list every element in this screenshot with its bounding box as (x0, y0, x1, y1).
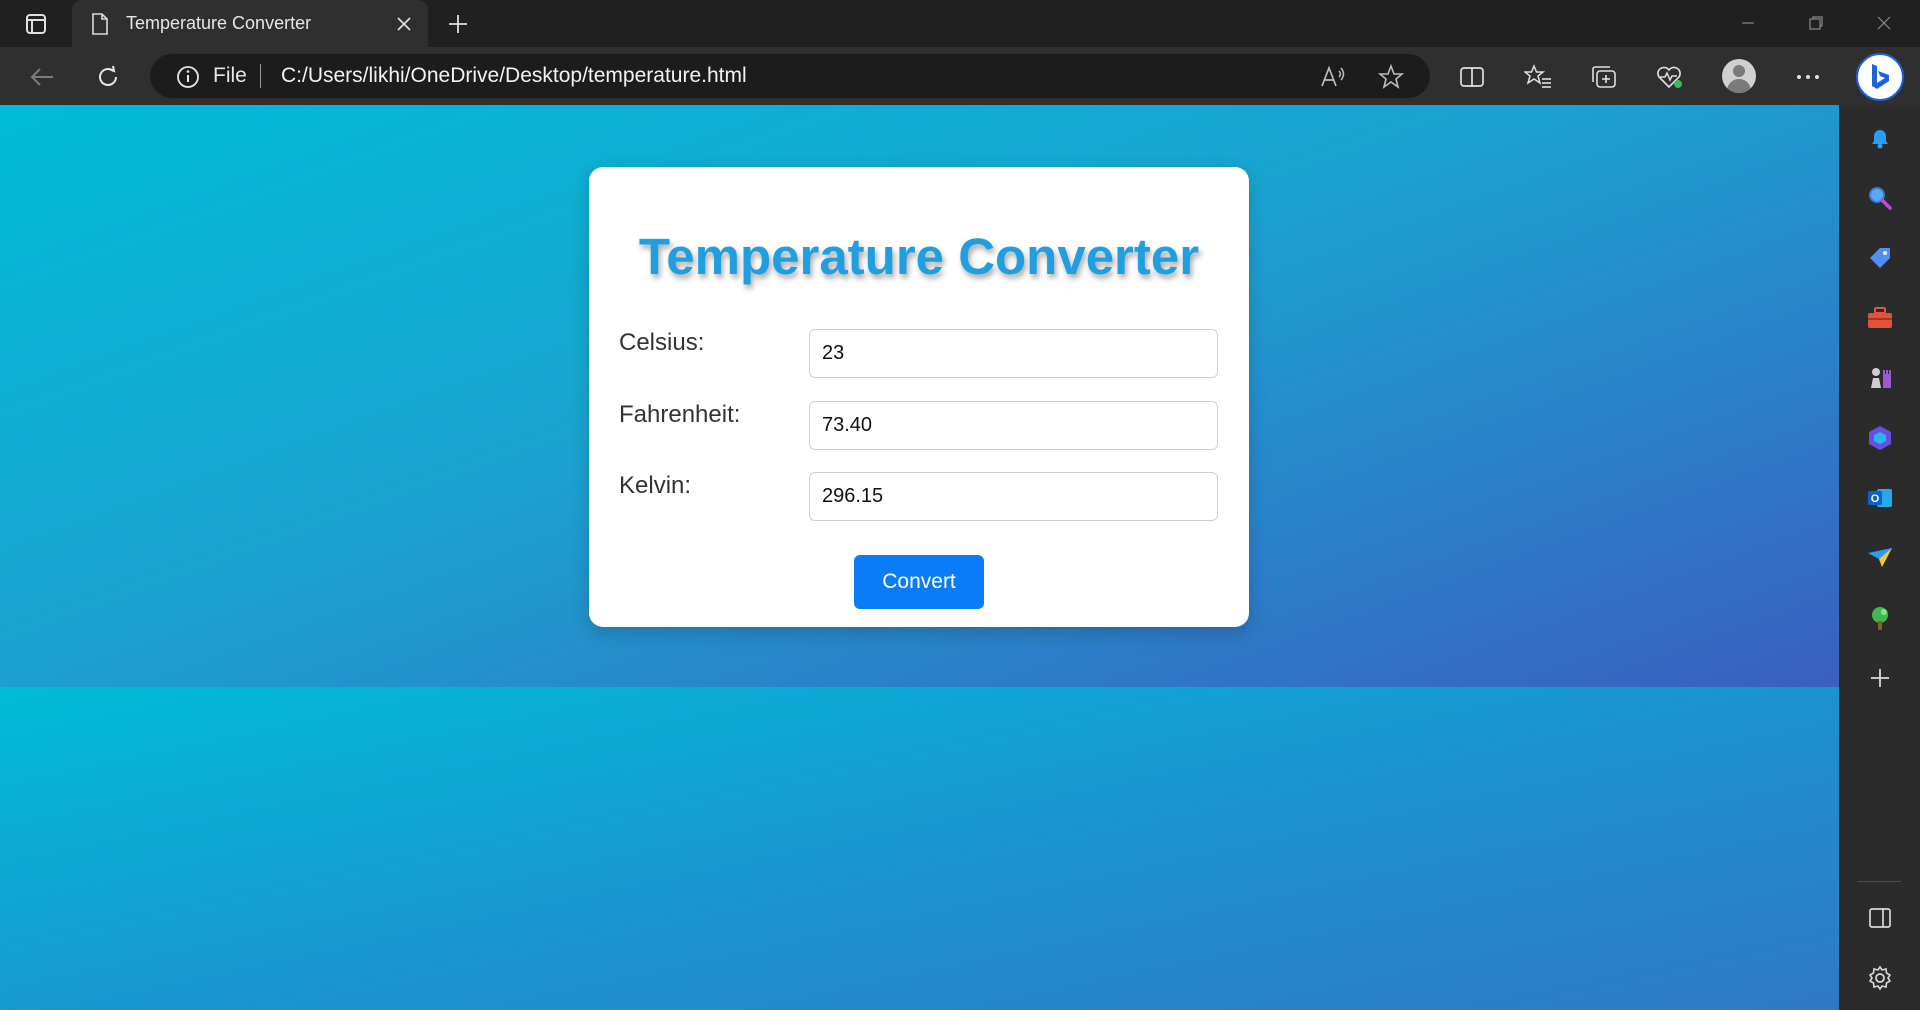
sidebar-item-copilot[interactable] (1863, 421, 1897, 455)
converter-card: Temperature Converter Celsius: Fahrenhei… (589, 167, 1249, 627)
close-window-icon (1877, 16, 1891, 30)
games-icon (1871, 368, 1891, 388)
add-icon (1871, 669, 1889, 687)
star-icon (1378, 64, 1404, 89)
tab-actions-icon (26, 13, 46, 34)
sidebar-item-outlook[interactable]: O (1863, 481, 1897, 515)
favorites-button[interactable] (1520, 59, 1556, 95)
collections-button[interactable] (1586, 59, 1622, 95)
split-screen-icon (1460, 67, 1484, 87)
address-bar[interactable]: File C:/Users/likhi/OneDrive/Desktop/tem… (150, 54, 1430, 98)
tree-icon (1872, 607, 1888, 630)
tab-title: Temperature Converter (126, 13, 312, 33)
sidebar-item-tools[interactable] (1863, 301, 1897, 335)
search-icon (1869, 187, 1892, 210)
split-screen-button[interactable] (1454, 59, 1490, 95)
toolbox-icon (1868, 307, 1892, 328)
read-aloud-button[interactable] (1320, 64, 1346, 90)
page-title: Temperature Converter (638, 228, 1200, 285)
restore-button[interactable] (1796, 8, 1836, 38)
sidebar-item-games[interactable] (1863, 361, 1897, 395)
document-icon (92, 13, 108, 35)
scheme-label: File (213, 64, 247, 87)
favorite-star-button[interactable] (1378, 64, 1404, 90)
tab-actions-button[interactable] (14, 8, 58, 39)
close-window-button[interactable] (1864, 8, 1904, 38)
edge-sidebar: O (1839, 105, 1920, 1010)
info-icon[interactable] (176, 65, 200, 89)
copilot-icon (1869, 426, 1891, 450)
heart-pulse-icon (1657, 66, 1682, 89)
read-aloud-icon (1321, 65, 1345, 87)
bing-icon (1872, 64, 1889, 89)
sidebar-settings-button[interactable] (1863, 961, 1897, 995)
tab-close-button[interactable] (392, 12, 416, 36)
svg-text:O: O (1871, 493, 1880, 505)
active-tab[interactable]: Temperature Converter (72, 0, 428, 47)
url-text[interactable]: C:/Users/likhi/OneDrive/Desktop/temperat… (281, 64, 747, 88)
profile-avatar[interactable] (1722, 59, 1756, 93)
send-icon (1868, 548, 1892, 567)
celsius-input[interactable] (809, 329, 1218, 378)
close-icon (397, 17, 411, 31)
back-arrow-icon (30, 68, 53, 86)
plus-icon (449, 15, 467, 33)
more-dots-icon (1797, 75, 1819, 79)
page-background-lower (0, 687, 1839, 1010)
kelvin-label: Kelvin: (619, 472, 692, 499)
convert-button[interactable]: Convert (854, 555, 984, 609)
address-separator (260, 64, 261, 88)
celsius-label: Celsius: (619, 329, 705, 356)
minimize-button[interactable] (1728, 8, 1768, 38)
sidebar-item-notifications[interactable] (1863, 121, 1897, 155)
settings-icon (1868, 965, 1892, 991)
sidebar-toggle-button[interactable] (1863, 901, 1897, 935)
refresh-button[interactable] (90, 59, 126, 95)
bell-icon (1872, 130, 1888, 149)
collections-icon (1592, 66, 1616, 88)
favorites-list-icon (1524, 64, 1551, 88)
sidebar-item-shopping[interactable] (1863, 241, 1897, 275)
kelvin-input[interactable] (809, 472, 1218, 521)
sidebar-add-button[interactable] (1863, 661, 1897, 695)
refresh-icon (99, 65, 117, 86)
browser-essentials-button[interactable] (1652, 59, 1688, 95)
sidebar-panel-icon (1869, 908, 1891, 928)
browser-toolbar: File C:/Users/likhi/OneDrive/Desktop/tem… (0, 47, 1920, 105)
outlook-icon: O (1868, 489, 1892, 507)
sidebar-item-send[interactable] (1863, 541, 1897, 575)
fahrenheit-label: Fahrenheit: (619, 401, 741, 428)
restore-icon (1809, 16, 1823, 30)
back-button[interactable] (24, 59, 60, 95)
more-menu-button[interactable] (1790, 59, 1826, 95)
tag-icon (1870, 248, 1890, 268)
sidebar-item-search[interactable] (1863, 181, 1897, 215)
minimize-icon (1742, 22, 1754, 24)
sidebar-divider (1857, 881, 1901, 882)
copilot-button[interactable] (1856, 53, 1904, 101)
page-viewport: Temperature Converter Celsius: Fahrenhei… (0, 105, 1839, 1010)
new-tab-button[interactable] (444, 10, 472, 38)
fahrenheit-input[interactable] (809, 401, 1218, 450)
sidebar-item-tree[interactable] (1863, 601, 1897, 635)
title-bar: Temperature Converter (0, 0, 1920, 47)
